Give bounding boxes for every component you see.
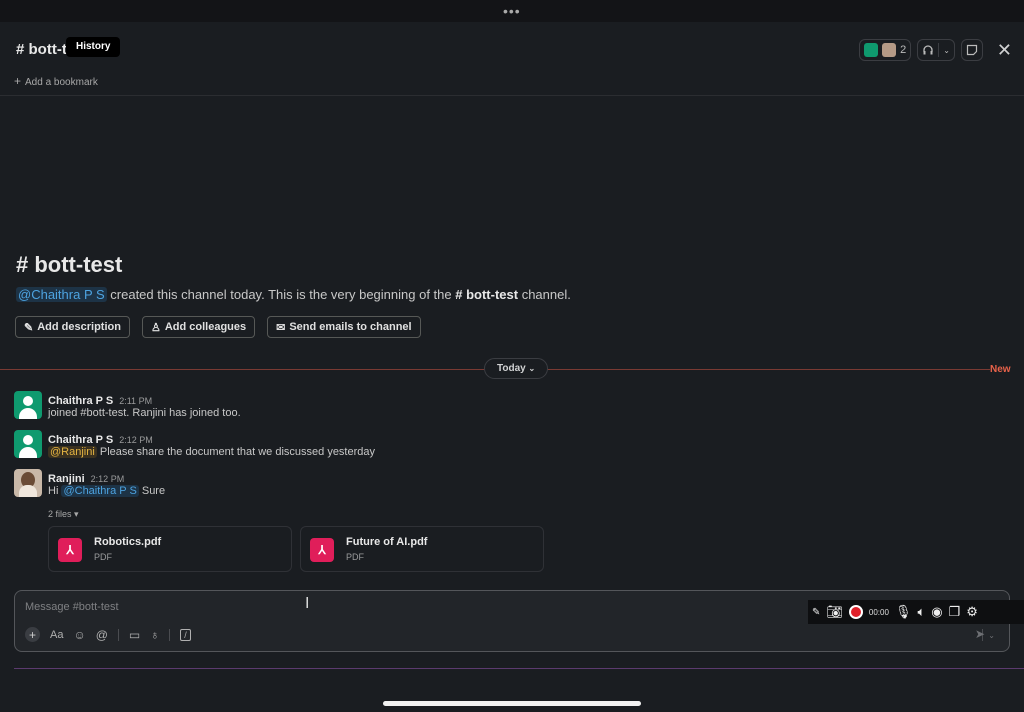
creator-mention[interactable]: @Chaithra P S: [16, 287, 107, 302]
huddle-button[interactable]: ⌄: [917, 39, 955, 61]
message-body: Hi: [48, 485, 62, 497]
header-actions: 2 ⌄ ✕: [859, 39, 1012, 61]
file-type: PDF: [94, 552, 112, 562]
camera-icon[interactable]: 📷︎: [826, 604, 843, 620]
button-label: Add colleagues: [164, 321, 247, 333]
timestamp[interactable]: 2:12 PM: [91, 474, 125, 484]
pdf-icon: ⅄: [310, 538, 334, 562]
microphone-icon[interactable]: ♁: [150, 628, 159, 642]
file-attachment[interactable]: ⅄ Robotics.pdf PDF: [48, 526, 292, 572]
mention-icon[interactable]: @: [96, 628, 108, 642]
text-cursor-icon: I: [305, 595, 310, 612]
add-bookmark-label: Add a bookmark: [25, 77, 98, 88]
message-text: joined #bott-test. Ranjini has joined to…: [48, 407, 241, 419]
close-icon[interactable]: ✕: [997, 40, 1012, 61]
divider-line: [14, 668, 1024, 669]
user-mention[interactable]: @Ranjini: [48, 446, 97, 458]
mail-icon: ✉: [276, 321, 286, 334]
speaker-icon[interactable]: 🔈︎: [917, 604, 925, 620]
intro-text-part: created this channel today. This is the …: [106, 287, 456, 302]
chevron-down-icon[interactable]: ⌄: [988, 631, 995, 640]
channel-intro-text: @Chaithra P S created this channel today…: [16, 287, 571, 302]
gear-icon[interactable]: ⚙: [966, 604, 978, 620]
plus-icon: +: [14, 74, 22, 88]
message-text: Hi @Chaithra P S Sure: [48, 485, 165, 497]
headphones-icon: [923, 45, 933, 55]
formatting-icon[interactable]: Aa: [50, 629, 63, 641]
avatar[interactable]: [14, 430, 42, 458]
pencil-icon: ✎: [24, 321, 34, 334]
file-name: Future of AI.pdf: [346, 536, 428, 548]
send-icon[interactable]: ➤ ⌄: [975, 627, 995, 641]
screen-recorder-toolbar: ✎ 📷︎ 00:00 🎙︎ 🔈︎ ◉ ❐ ⚙: [808, 600, 1024, 624]
separator: [117, 628, 119, 641]
message-text: @Ranjini Please share the document that …: [48, 446, 375, 458]
add-colleagues-button[interactable]: ♙ Add colleagues: [141, 316, 256, 338]
add-bookmark-button[interactable]: + Add a bookmark: [14, 74, 98, 88]
video-icon[interactable]: ▭: [129, 628, 140, 642]
webcam-icon[interactable]: ◉: [931, 604, 942, 620]
channel-title[interactable]: # bott-t: [16, 41, 67, 58]
channel-header: # bott-t History + Add a bookmark 2 ⌄ ✕: [0, 22, 1024, 96]
message-body: Sure: [138, 485, 166, 497]
separator: [938, 43, 940, 57]
username[interactable]: Chaithra P S: [48, 395, 113, 407]
date-jump-button[interactable]: Today ⌄: [484, 358, 549, 379]
user-mention[interactable]: @Chaithra P S: [61, 485, 139, 497]
pin-icon[interactable]: ✎: [812, 607, 820, 618]
avatar[interactable]: [14, 469, 42, 497]
microphone-icon[interactable]: 🎙︎: [895, 604, 912, 620]
files-count: 2 files: [48, 509, 72, 519]
channel-intro-title: # bott-test: [16, 252, 123, 277]
separator: [169, 628, 171, 641]
chevron-down-icon: ⌄: [528, 364, 536, 373]
caret-down-icon: ▾: [74, 509, 79, 519]
system-top-bar: •••: [0, 0, 1024, 22]
username[interactable]: Chaithra P S: [48, 434, 113, 446]
button-label: Send emails to channel: [289, 321, 412, 333]
avatar[interactable]: [14, 391, 42, 419]
file-attachment[interactable]: ⅄ Future of AI.pdf PDF: [300, 526, 544, 572]
record-timer: 00:00: [868, 607, 889, 617]
member-avatar: [864, 43, 879, 57]
date-label: Today: [497, 363, 526, 374]
composer-toolbar: + Aa ☺ @ ▭ ♁ /: [25, 627, 191, 642]
button-label: Add description: [37, 321, 121, 333]
intro-channel-name[interactable]: # bott-test: [455, 287, 518, 302]
send-emails-button[interactable]: ✉ Send emails to channel: [267, 316, 421, 338]
emoji-icon[interactable]: ☺: [73, 628, 85, 642]
home-indicator[interactable]: [383, 701, 641, 706]
add-description-button[interactable]: ✎ Add description: [15, 316, 130, 338]
timestamp[interactable]: 2:12 PM: [119, 435, 153, 445]
message-body: Please share the document that we discus…: [96, 446, 376, 458]
attach-plus-icon[interactable]: +: [25, 627, 40, 642]
member-avatar: [882, 43, 897, 57]
canvas-icon: [966, 44, 978, 56]
timestamp[interactable]: 2:11 PM: [119, 396, 152, 406]
person-icon: ♙: [150, 321, 161, 334]
username[interactable]: Ranjini: [48, 473, 85, 485]
canvas-button[interactable]: [960, 39, 983, 61]
members-button[interactable]: 2: [859, 39, 912, 61]
history-tooltip: History: [66, 37, 121, 57]
more-dots-icon[interactable]: •••: [503, 3, 521, 19]
slash-command-icon[interactable]: /: [180, 628, 191, 641]
file-name: Robotics.pdf: [94, 536, 162, 548]
files-toggle[interactable]: 2 files ▾: [48, 509, 79, 520]
window-icon[interactable]: ❐: [949, 604, 961, 620]
chevron-down-icon[interactable]: ⌄: [943, 46, 950, 55]
member-count: 2: [900, 44, 907, 56]
pdf-icon: ⅄: [58, 538, 82, 562]
intro-actions: ✎ Add description ♙ Add colleagues ✉ Send e…: [15, 316, 421, 338]
file-type: PDF: [346, 552, 364, 562]
new-label: New: [990, 364, 1011, 375]
message-input[interactable]: Message #bott-test: [25, 601, 119, 613]
intro-text-part: channel.: [518, 287, 571, 302]
record-icon[interactable]: [848, 605, 863, 619]
